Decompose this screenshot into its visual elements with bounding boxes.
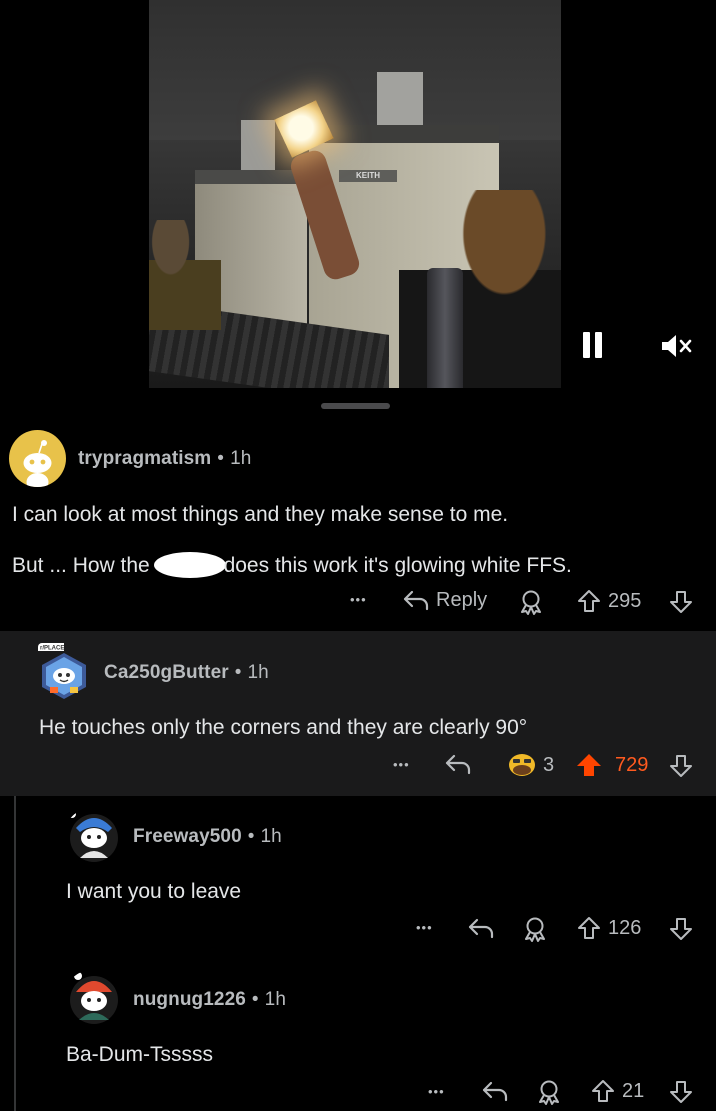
avatar[interactable] — [9, 430, 66, 487]
award-icon — [539, 1080, 559, 1105]
drag-handle[interactable] — [321, 403, 390, 409]
video-player[interactable]: KEITH — [149, 0, 561, 388]
redaction-mark — [153, 552, 226, 578]
more-options-button[interactable]: ••• — [350, 592, 367, 607]
downvote-button[interactable] — [668, 916, 694, 942]
upvote-button-active[interactable]: 729 — [575, 752, 648, 778]
comment-username[interactable]: trypragmatism • 1h — [78, 448, 251, 470]
downvote-icon — [670, 591, 692, 613]
mute-icon[interactable] — [660, 333, 694, 359]
comment-username[interactable]: Freeway500 • 1h — [133, 826, 282, 848]
reply-icon — [445, 754, 471, 775]
reply-button[interactable] — [444, 752, 472, 776]
upvote-icon — [578, 917, 600, 939]
upvote-button[interactable]: 295 — [576, 588, 641, 614]
vote-count: 126 — [608, 916, 642, 939]
avatar-badge-text: r/PLACE — [40, 646, 64, 652]
vote-count: 295 — [608, 589, 642, 612]
downvote-button[interactable] — [668, 753, 694, 779]
thread-line[interactable] — [14, 796, 16, 1111]
vote-count: 729 — [615, 753, 649, 776]
comment-username[interactable]: nugnug1226 • 1h — [133, 989, 286, 1011]
comment-body: Ba-Dum-Tsssss — [66, 1043, 214, 1066]
video-frame-person — [149, 220, 221, 330]
award-count: 3 — [543, 753, 555, 776]
more-options-button[interactable]: ••• — [393, 757, 410, 772]
award-button[interactable] — [536, 1079, 562, 1105]
award-badge[interactable]: 3 — [507, 751, 554, 779]
award-face-icon — [509, 754, 535, 776]
award-button[interactable] — [518, 589, 544, 615]
downvote-icon — [670, 1081, 692, 1103]
avatar[interactable]: r/PLACE — [38, 643, 90, 699]
more-options-button[interactable]: ••• — [416, 920, 433, 935]
pause-icon[interactable] — [582, 332, 604, 358]
downvote-icon — [670, 918, 692, 940]
reply-icon — [482, 1081, 508, 1102]
upvote-filled-icon — [577, 754, 601, 776]
reply-button[interactable] — [481, 1079, 509, 1103]
downvote-button[interactable] — [668, 1079, 694, 1105]
award-button[interactable] — [522, 916, 548, 942]
video-frame-bottle — [427, 268, 463, 388]
comment-body: He touches only the corners and they are… — [39, 716, 528, 739]
upvote-icon — [578, 590, 600, 612]
comment-body-line-2: But ... How the does this work it's glow… — [12, 552, 572, 578]
video-frame-ceiling — [149, 0, 561, 140]
award-icon — [525, 917, 545, 942]
upvote-button[interactable]: 126 — [576, 915, 641, 941]
reply-button[interactable] — [467, 916, 495, 940]
upvote-button[interactable]: 21 — [590, 1078, 644, 1104]
video-frame-duct — [377, 72, 423, 132]
upvote-icon — [592, 1080, 614, 1102]
vote-count: 21 — [622, 1079, 645, 1102]
comment-body-line-1: I can look at most things and they make … — [12, 503, 509, 526]
reply-button[interactable]: Reply — [402, 588, 487, 612]
reply-icon — [468, 918, 494, 939]
avatar[interactable] — [64, 808, 120, 864]
video-frame-brand-label: KEITH — [339, 170, 397, 182]
video-frame-duct — [241, 120, 275, 175]
reply-icon — [403, 590, 429, 611]
comment-username[interactable]: Ca250gButter • 1h — [104, 662, 269, 684]
comment-body: I want you to leave — [66, 880, 242, 903]
avatar[interactable] — [64, 970, 120, 1026]
downvote-button[interactable] — [668, 589, 694, 615]
video-frame-person — [399, 190, 561, 388]
downvote-icon — [670, 755, 692, 777]
more-options-button[interactable]: ••• — [428, 1084, 445, 1099]
award-icon — [521, 590, 541, 615]
